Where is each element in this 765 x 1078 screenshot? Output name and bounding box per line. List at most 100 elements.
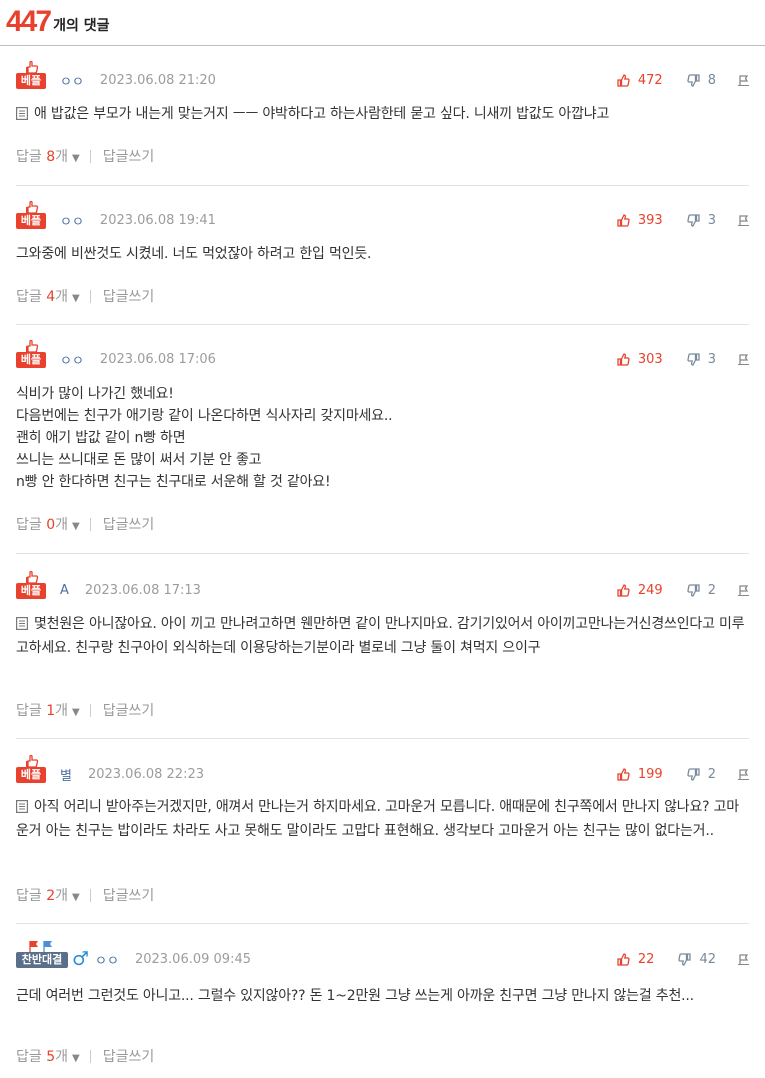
- comment-text: 그와중에 비싼것도 시켰네. 너도 먹었잖아 하려고 한입 먹인듯.: [16, 246, 372, 262]
- like-button[interactable]: 199: [617, 767, 663, 782]
- like-button[interactable]: 472: [617, 73, 663, 88]
- comment-author[interactable]: ㅇㅇ: [95, 950, 119, 969]
- dislike-count: 2: [707, 766, 716, 782]
- divider: [89, 149, 91, 163]
- write-reply-button[interactable]: 답글쓰기: [103, 146, 155, 166]
- thumbs-up-icon: [617, 213, 634, 227]
- badge-wrap: 찬반대결: [16, 938, 68, 968]
- reply-toggle[interactable]: 답글 0개 ▼: [16, 514, 80, 534]
- write-reply-button[interactable]: 답글쓰기: [103, 885, 155, 905]
- reply-count: 8: [46, 149, 56, 165]
- write-reply-button[interactable]: 답글쓰기: [103, 1046, 155, 1066]
- dislike-count: 3: [707, 351, 716, 367]
- thumbs-down-icon: [687, 73, 704, 87]
- comment-meta: 찬반대결 ♂ ㅇㅇ 2023.06.09 09:45 22 42: [16, 941, 749, 970]
- caret-down-icon: ▼: [72, 521, 80, 532]
- comment-author[interactable]: ㅇㅇ: [60, 211, 84, 230]
- thumbs-up-icon: [617, 767, 634, 781]
- comment-item: 베플 A 2023.06.08 17:13 249 2 몇천원은 아니잖아요. 아이 끼고…: [16, 554, 749, 739]
- comment-stats: 22 42: [617, 952, 749, 967]
- comment-text: 식비가 많이 나가긴 했네요! 다음번에는 친구가 애기랑 같이 나온다하면 식…: [16, 386, 393, 490]
- dislike-count: 42: [699, 951, 716, 967]
- thumbs-down-icon: [687, 213, 704, 227]
- report-flag-icon[interactable]: [738, 584, 749, 596]
- best-hand-icon: [25, 753, 39, 768]
- like-count: 249: [637, 582, 663, 598]
- thumbs-down-icon: [687, 767, 704, 781]
- thumbs-down-icon: [678, 952, 695, 966]
- thumbs-up-icon: [617, 952, 634, 966]
- caret-down-icon: ▼: [72, 707, 80, 718]
- badge-wrap: 베플: [16, 569, 46, 599]
- reply-toggle[interactable]: 답글 8개 ▼: [16, 146, 80, 166]
- comment-author[interactable]: ㅇㅇ: [60, 350, 84, 369]
- thumbs-up-icon: [617, 73, 634, 87]
- reply-count: 4: [46, 289, 56, 305]
- reply-toggle[interactable]: 답글 4개 ▼: [16, 286, 80, 306]
- like-count: 393: [637, 212, 663, 228]
- reply-toggle[interactable]: 답글 1개 ▼: [16, 700, 80, 720]
- dislike-button[interactable]: 3: [687, 213, 716, 228]
- vs-badge: 찬반대결: [16, 952, 68, 968]
- reply-count-unit: 개: [55, 703, 69, 719]
- dislike-button[interactable]: 8: [687, 73, 716, 88]
- like-count: 199: [637, 766, 663, 782]
- reply-label: 답글: [16, 1049, 42, 1065]
- dislike-button[interactable]: 42: [678, 952, 716, 967]
- comment-date: 2023.06.08 17:13: [84, 582, 201, 598]
- write-reply-button[interactable]: 답글쓰기: [103, 700, 155, 720]
- dislike-button[interactable]: 2: [687, 767, 716, 782]
- divider: [89, 888, 91, 902]
- dislike-count: 2: [707, 582, 716, 598]
- comment-body: 그와중에 비싼것도 시켰네. 너도 먹었잖아 하려고 한입 먹인듯.: [16, 243, 749, 265]
- report-flag-icon[interactable]: [738, 353, 749, 365]
- like-button[interactable]: 393: [617, 213, 663, 228]
- thumbs-up-icon: [617, 352, 634, 366]
- document-icon: [16, 105, 29, 127]
- reply-label: 답글: [16, 289, 42, 305]
- best-hand-icon: [25, 338, 39, 353]
- reply-count-unit: 개: [55, 888, 69, 904]
- best-badge: 베플: [16, 73, 46, 89]
- comment-item: 베플 ㅇㅇ 2023.06.08 21:20 472 8 애 밥값은 부모가 내는게 맞는…: [16, 46, 749, 186]
- comment-item: 찬반대결 ♂ ㅇㅇ 2023.06.09 09:45 22 42 근데 여러번 그런것도 아…: [16, 924, 749, 1078]
- reply-label: 답글: [16, 703, 42, 719]
- reply-count: 2: [46, 888, 56, 904]
- comment-author[interactable]: ㅇㅇ: [60, 71, 84, 90]
- report-flag-icon[interactable]: [738, 74, 749, 86]
- comment-date: 2023.06.08 21:20: [99, 72, 216, 88]
- comment-meta: 베플 ㅇㅇ 2023.06.08 21:20 472 8: [16, 60, 749, 90]
- dislike-button[interactable]: 3: [687, 352, 716, 367]
- report-flag-icon[interactable]: [738, 214, 749, 226]
- reply-toggle[interactable]: 답글 5개 ▼: [16, 1046, 80, 1066]
- dislike-button[interactable]: 2: [687, 583, 716, 598]
- document-icon: [16, 798, 29, 820]
- comment-author[interactable]: A: [60, 583, 69, 598]
- comment-author[interactable]: 별: [60, 765, 72, 784]
- write-reply-button[interactable]: 답글쓰기: [103, 514, 155, 534]
- like-button[interactable]: 303: [617, 352, 663, 367]
- comment-stats: 393 3: [617, 213, 749, 228]
- badge-wrap: 베플: [16, 338, 46, 368]
- reply-label: 답글: [16, 517, 42, 533]
- comment-text: 몇천원은 아니잖아요. 아이 끼고 만나려고하면 웬만하면 같이 만나지마요. …: [16, 616, 745, 656]
- comment-item: 베플 ㅇㅇ 2023.06.08 17:06 303 3 식비가 많이 나가긴 했네요! …: [16, 325, 749, 554]
- comment-meta: 베플 별 2023.06.08 22:23 199 2: [16, 754, 749, 784]
- reply-toggle[interactable]: 답글 2개 ▼: [16, 885, 80, 905]
- comment-stats: 199 2: [617, 767, 749, 782]
- caret-down-icon: ▼: [72, 892, 80, 903]
- like-button[interactable]: 249: [617, 583, 663, 598]
- like-button[interactable]: 22: [617, 952, 654, 967]
- best-badge: 베플: [16, 583, 46, 599]
- comment-actions: 답글 0개 ▼ 답글쓰기: [16, 514, 154, 534]
- report-flag-icon[interactable]: [738, 953, 749, 965]
- comment-actions: 답글 5개 ▼ 답글쓰기: [16, 1046, 154, 1066]
- comment-body: 애 밥값은 부모가 내는게 맞는거지 ㅡㅡ 야박하다고 하는사람한테 묻고 싶다…: [16, 103, 749, 127]
- write-reply-button[interactable]: 답글쓰기: [103, 286, 155, 306]
- divider: [89, 1049, 91, 1063]
- comment-meta: 베플 ㅇㅇ 2023.06.08 17:06 303 3: [16, 339, 749, 369]
- male-gender-icon: ♂: [72, 948, 90, 970]
- report-flag-icon[interactable]: [738, 768, 749, 780]
- dislike-count: 3: [707, 212, 716, 228]
- caret-down-icon: ▼: [72, 153, 80, 164]
